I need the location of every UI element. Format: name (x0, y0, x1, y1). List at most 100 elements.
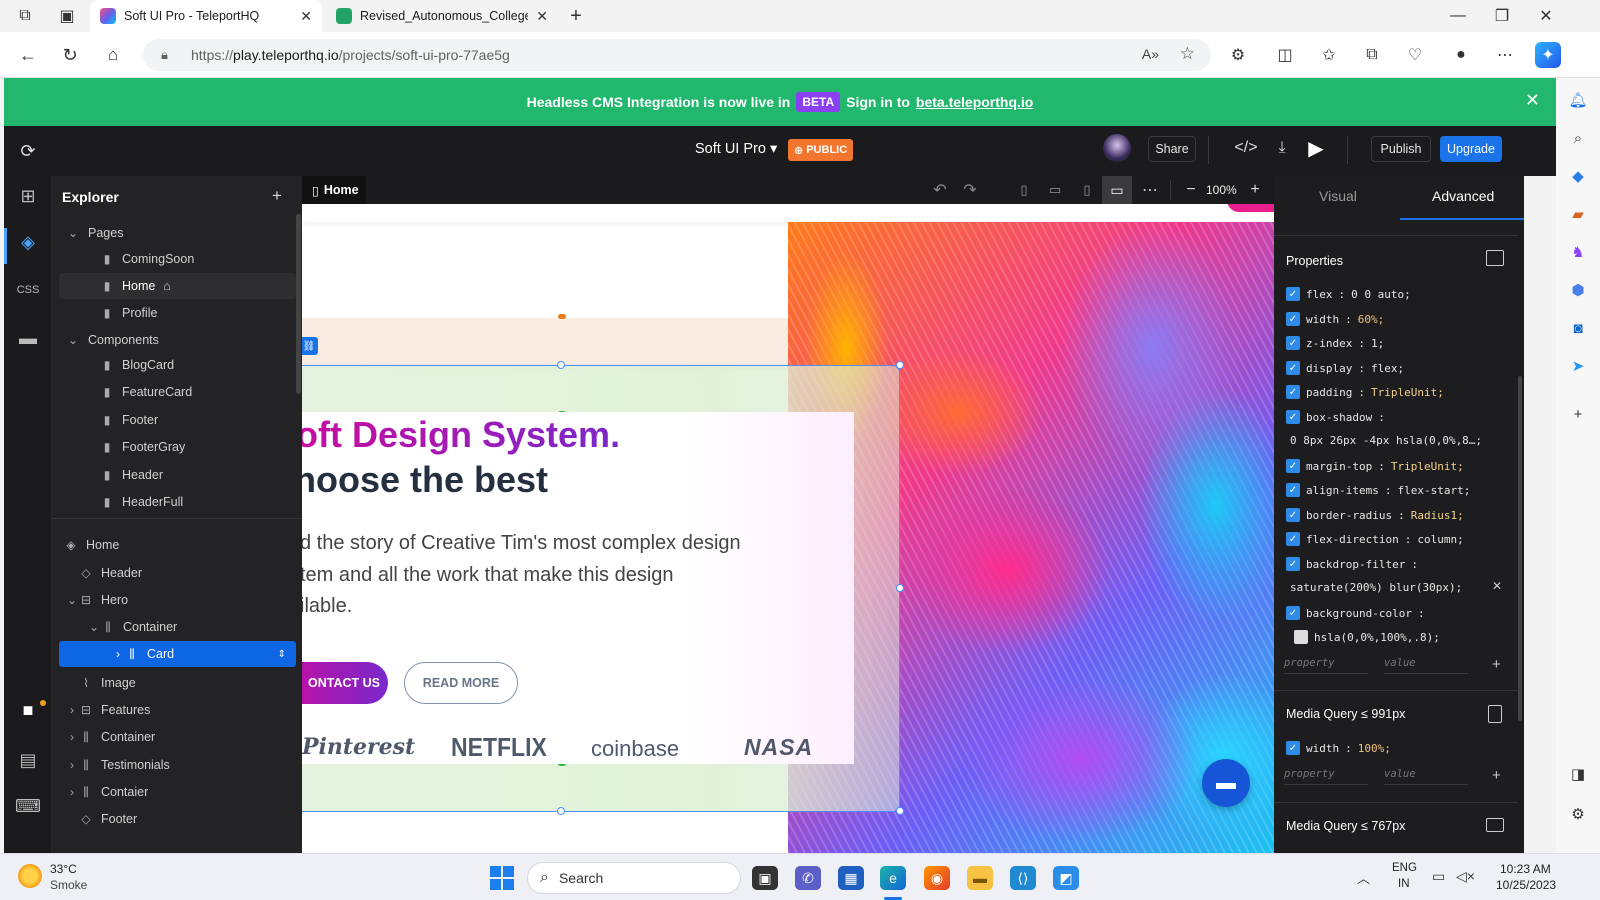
favorite-star-icon[interactable]: ☆ (1180, 44, 1195, 64)
clock-date[interactable]: 10/25/2023 (1496, 878, 1556, 892)
design-canvas[interactable]: ⛓ oft Design System. hoose the best d th… (302, 204, 1274, 853)
new-property-input[interactable]: property (1284, 765, 1368, 785)
photos-icon[interactable]: ◩ (1053, 866, 1079, 890)
tree-node-image[interactable]: ⌇ Image (52, 670, 296, 696)
checkbox-icon[interactable]: ✓ (1286, 336, 1300, 350)
shopping-tag-icon[interactable]: ◆ (1564, 162, 1592, 190)
checkbox-icon[interactable]: ✓ (1286, 508, 1300, 522)
tree-node-features[interactable]: › ⊟ Features (52, 697, 296, 723)
checkbox-icon[interactable]: ✓ (1286, 312, 1300, 326)
component-item[interactable]: ▮ FooterGray (52, 434, 296, 460)
prop-row[interactable]: ✓ z-index:1; (1286, 336, 1384, 350)
tree-node-container[interactable]: › ⫼ Container (52, 724, 296, 750)
checkbox-icon[interactable] (1294, 630, 1308, 644)
component-item[interactable]: ▮ Header (52, 462, 296, 488)
tree-node-testimonials[interactable]: › ⫼ Testimonials (52, 752, 296, 778)
page-item-comingsoon[interactable]: ▮ ComingSoon (52, 246, 296, 272)
split-screen-icon[interactable]: ◫ (1273, 43, 1297, 67)
tools-briefcase-icon[interactable]: ▰ (1564, 200, 1592, 228)
tree-node-header[interactable]: ◇ Header (52, 560, 296, 586)
file-explorer-icon[interactable]: ▬ (967, 866, 993, 890)
prop-row[interactable]: ✓ width:60%; (1286, 312, 1384, 326)
new-value-input[interactable]: value (1384, 765, 1468, 785)
teleport-logo-icon[interactable]: ⟳ (16, 139, 40, 163)
minimize-icon[interactable]: — (1448, 6, 1468, 26)
hide-sidebar-icon[interactable]: ◨ (1564, 760, 1592, 788)
microsoft365-icon[interactable]: ⬢ (1564, 276, 1592, 304)
close-tab-icon[interactable]: ✕ (300, 8, 312, 25)
upgrade-button[interactable]: Upgrade (1440, 136, 1502, 162)
search-icon[interactable]: ⌕ (1564, 124, 1592, 152)
docs-icon[interactable]: ▤ (14, 746, 42, 774)
refresh-icon[interactable]: ↻ (58, 43, 82, 67)
component-item[interactable]: ▮ FeatureCard (52, 379, 296, 405)
browser-essentials-icon[interactable]: ♡ (1403, 43, 1427, 67)
code-icon[interactable]: </> (1234, 136, 1258, 160)
layers-icon[interactable]: ◈ (14, 228, 42, 256)
add-element-icon[interactable]: ⊞ (14, 182, 42, 210)
undo-icon[interactable]: ↶ (930, 180, 950, 200)
prop-continuation[interactable]: saturate(200%) blur(30px); (1290, 581, 1462, 594)
weather-sun-icon[interactable] (18, 864, 42, 888)
reorder-icon[interactable]: ⇕ (278, 649, 286, 660)
prop-row[interactable]: ✓ width:100%; (1286, 741, 1391, 755)
close-banner-icon[interactable]: ✕ (1525, 90, 1540, 111)
project-name-dropdown[interactable]: Soft UI Pro ▾ (695, 141, 777, 157)
prop-row[interactable]: ✓ box-shadow: (1286, 410, 1385, 424)
tab-advanced[interactable]: Advanced (1432, 188, 1494, 204)
more-views-icon[interactable]: ⋯ (1140, 180, 1160, 200)
sidebar-settings-icon[interactable]: ⚙ (1564, 800, 1592, 828)
checkbox-icon[interactable]: ✓ (1286, 606, 1300, 620)
home-icon[interactable]: ⌂ (101, 43, 125, 67)
prop-row[interactable]: ✓ padding: TripleUnit; (1286, 385, 1444, 399)
component-item[interactable]: ▮ BlogCard (52, 352, 296, 378)
zoom-level[interactable]: 100% (1206, 183, 1237, 197)
prop-row[interactable]: ✓ align-items: flex-start; (1286, 483, 1470, 497)
close-tab-icon[interactable]: ✕ (536, 8, 548, 25)
checkbox-icon[interactable]: ✓ (1286, 483, 1300, 497)
browser-tab-active[interactable]: Soft UI Pro - TeleportHQ ✕ (90, 0, 322, 32)
read-more-button[interactable]: READ MORE (404, 662, 518, 704)
vscode-icon[interactable]: ⟨⟩ (1010, 866, 1036, 890)
more-options-icon[interactable]: ⋯ (1493, 43, 1517, 67)
folder-icon[interactable]: ▬ (14, 324, 42, 352)
mobile-device-icon[interactable] (1488, 705, 1502, 723)
prop-row[interactable]: ✓ flex:0 0 auto; (1286, 287, 1411, 301)
add-property-icon[interactable]: + (1492, 656, 1501, 673)
prop-row-disabled[interactable]: hsla(0,0%,100%,.8); (1294, 630, 1440, 644)
outlook-icon[interactable]: ◙ (1564, 314, 1592, 342)
tablet-device-icon[interactable] (1486, 818, 1504, 832)
collections-icon[interactable]: ⧉ (1360, 43, 1384, 67)
preview-play-icon[interactable]: ▶ (1304, 135, 1328, 161)
public-badge[interactable]: ⊕ PUBLIC (788, 139, 854, 161)
contact-us-button[interactable]: ONTACT US (302, 662, 388, 704)
video-camera-icon[interactable]: ■ (14, 696, 42, 724)
mobile-landscape-view-icon[interactable]: ▭ (1045, 180, 1065, 200)
notifications-bell-icon[interactable]: 🔔︎ (1564, 86, 1592, 114)
resize-handle-right[interactable] (896, 584, 904, 592)
resize-handle-top[interactable] (557, 361, 565, 369)
chat-widget-button[interactable]: ▬ (1202, 759, 1250, 807)
components-section[interactable]: ⌄ Components (52, 327, 296, 353)
checkbox-icon[interactable]: ✓ (1286, 532, 1300, 546)
extensions-icon[interactable]: ⚙ (1226, 43, 1250, 67)
zoom-out-icon[interactable]: − (1182, 180, 1200, 200)
zoom-in-icon[interactable]: + (1246, 180, 1264, 200)
taskbar-search[interactable]: ⌕ Search (527, 862, 741, 894)
desktop-view-icon[interactable]: ▭ (1102, 176, 1132, 204)
share-button[interactable]: Share (1148, 136, 1196, 162)
expand-editor-icon[interactable] (1486, 250, 1504, 266)
css-icon[interactable]: CSS (14, 276, 42, 304)
profile-icon[interactable]: ● (1449, 43, 1473, 67)
weather-condition[interactable]: Smoke (50, 878, 87, 892)
prop-row[interactable]: ✓ flex-direction: column; (1286, 532, 1464, 546)
checkbox-icon[interactable]: ✓ (1286, 557, 1300, 571)
banner-link[interactable]: beta.teleporthq.io (916, 94, 1033, 110)
clock-time[interactable]: 10:23 AM (1500, 862, 1551, 876)
prop-row[interactable]: ✓ background-color: (1286, 606, 1425, 620)
new-value-input[interactable]: value (1384, 654, 1468, 674)
card-link-badge[interactable]: ⛓ (302, 337, 318, 355)
restore-icon[interactable]: ❐ (1492, 6, 1512, 26)
scrollbar[interactable] (296, 214, 301, 394)
prop-row[interactable]: ✓ backdrop-filter: (1286, 557, 1418, 571)
